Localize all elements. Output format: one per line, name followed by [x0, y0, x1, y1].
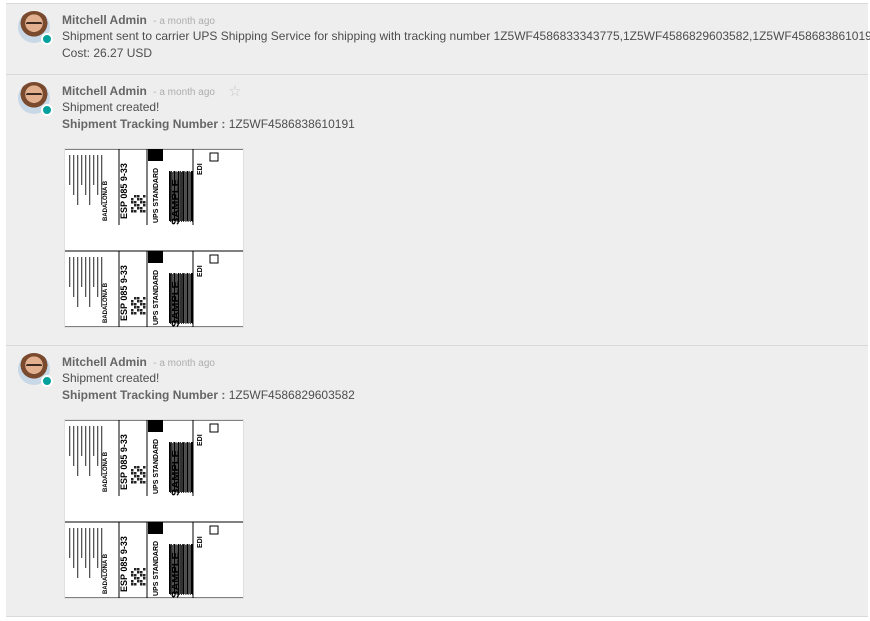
label-routing-code: ESP 085 9-33 — [119, 434, 129, 490]
tracking-label: Shipment Tracking Number : — [62, 117, 226, 131]
label-routing-code: ESP 085 9-33 — [119, 163, 129, 219]
message-date: - a month ago — [153, 358, 215, 369]
label-city: BADALONA B — [103, 553, 109, 594]
chatter-thread: Mitchell Admin - a month ago Shipment se… — [6, 3, 870, 617]
online-status-icon — [41, 104, 53, 116]
message-date: - a month ago — [153, 87, 215, 98]
shipping-label-image[interactable]: ESP 085 9-33UPS STANDARDSAMPLEEDIBADALON… — [64, 148, 244, 328]
shipping-cost: Cost: 26.27 USD — [62, 46, 153, 60]
avatar-glasses — [26, 364, 42, 371]
shipping-label-graphic: ESP 085 9-33UPS STANDARDSAMPLEEDIBADALON… — [65, 420, 243, 598]
label-routing-code: ESP 085 9-33 — [119, 536, 129, 592]
label-city: BADALONA B — [103, 451, 109, 492]
label-edi: EDI — [197, 434, 204, 446]
shipping-label-image[interactable]: ESP 085 9-33UPS STANDARDSAMPLEEDIBADALON… — [64, 419, 244, 599]
label-city: BADALONA B — [103, 180, 109, 221]
label-edi: EDI — [197, 265, 204, 277]
message-text: Shipment sent to carrier UPS Shipping Se… — [62, 29, 870, 43]
message-header: Mitchell Admin - a month ago — [62, 354, 856, 370]
message-text: Shipment created! — [62, 100, 160, 114]
message-body: Mitchell Admin - a month ago Shipment cr… — [62, 354, 856, 404]
tracking-line: Shipment Tracking Number : 1Z5WF45868296… — [62, 387, 856, 404]
author-name[interactable]: Mitchell Admin — [62, 13, 147, 27]
label-edi: EDI — [197, 163, 204, 175]
label-service: UPS STANDARD — [153, 168, 160, 223]
message-date: - a month ago — [153, 16, 215, 27]
message: Mitchell Admin - a month ago Shipment se… — [6, 3, 870, 74]
label-routing-code: ESP 085 9-33 — [119, 265, 129, 321]
message: Mitchell Admin - a month ago Shipment cr… — [6, 345, 868, 617]
message-header: Mitchell Admin - a month ago — [62, 12, 856, 28]
label-service: UPS STANDARD — [153, 439, 160, 494]
label-edi: EDI — [197, 536, 204, 548]
message-header: Mitchell Admin - a month ago ☆ — [62, 83, 856, 100]
tracking-number: 1Z5WF4586829603582 — [228, 388, 355, 402]
star-outline-icon[interactable]: ☆ — [228, 84, 241, 100]
avatar-glasses — [26, 22, 42, 29]
avatar[interactable] — [18, 82, 53, 116]
message-text: Shipment created! — [62, 371, 160, 385]
label-service: UPS STANDARD — [153, 270, 160, 325]
avatar[interactable] — [18, 353, 53, 387]
message-body: Mitchell Admin - a month ago ☆ Shipment … — [62, 83, 856, 133]
label-service: UPS STANDARD — [153, 541, 160, 596]
tracking-number: 1Z5WF4586838610191 — [228, 117, 355, 131]
online-status-icon — [41, 33, 53, 45]
shipping-label-graphic: ESP 085 9-33UPS STANDARDSAMPLEEDIBADALON… — [65, 149, 243, 327]
avatar[interactable] — [18, 11, 53, 45]
message: Mitchell Admin - a month ago ☆ Shipment … — [6, 74, 868, 345]
tracking-line: Shipment Tracking Number : 1Z5WF45868386… — [62, 116, 856, 133]
online-status-icon — [41, 375, 53, 387]
avatar-glasses — [26, 93, 42, 100]
author-name[interactable]: Mitchell Admin — [62, 84, 147, 98]
author-name[interactable]: Mitchell Admin — [62, 355, 147, 369]
message-body: Mitchell Admin - a month ago Shipment se… — [62, 12, 870, 62]
tracking-label: Shipment Tracking Number : — [62, 388, 226, 402]
label-city: BADALONA B — [103, 282, 109, 323]
